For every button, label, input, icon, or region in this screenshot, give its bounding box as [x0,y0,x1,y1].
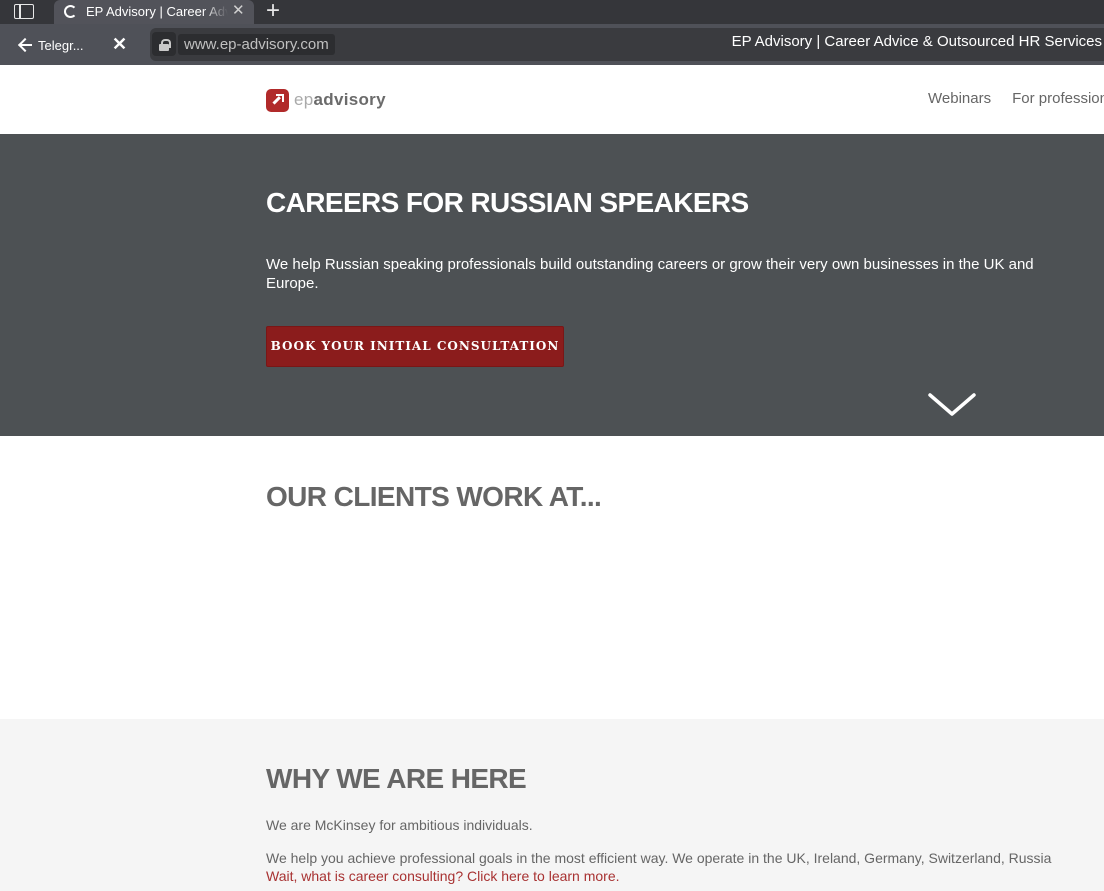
hero-title: CAREERS FOR RUSSIAN SPEAKERS [266,187,749,218]
clients-title: OUR CLIENTS WORK AT... [266,481,602,512]
site-info-button[interactable] [152,32,176,56]
hero-subtitle: We help Russian speaking professionals b… [266,256,1034,292]
back-label: Telegr... [38,37,84,53]
nav-item-webinars[interactable]: Webinars [928,90,991,108]
chevron-down-icon[interactable] [928,392,976,418]
why-paragraph-1: We are McKinsey for ambitious individual… [266,817,533,833]
sidebar-toggle-icon[interactable] [14,4,34,19]
back-arrow-icon [18,37,34,53]
hero-section: CAREERS FOR RUSSIAN SPEAKERS We help Rus… [0,134,1104,436]
career-consulting-link[interactable]: Wait, what is career consulting? Click h… [266,867,620,885]
site-header: epadvisory Webinars For professionals [0,65,1104,134]
logo-wordmark: epadvisory [294,90,386,109]
browser-tab-bar: EP Advisory | Career Advice & Outsourced… [0,0,1104,24]
browser-tab[interactable]: EP Advisory | Career Advice & Outsourced… [54,0,254,24]
logo-arrow-icon [266,88,289,112]
tab-title: EP Advisory | Career Advice & Outsourced… [86,4,228,19]
why-section: WHY WE ARE HERE We are McKinsey for ambi… [0,719,1104,891]
back-button[interactable]: Telegr... [18,36,84,54]
why-title: WHY WE ARE HERE [266,763,527,794]
logo[interactable]: epadvisory [266,88,386,112]
book-consultation-button[interactable]: BOOK YOUR INITIAL CONSULTATION [266,326,564,367]
tab-close-icon[interactable]: ✕ [232,1,245,21]
why-paragraph-2: We help you achieve professional goals i… [266,850,1052,866]
main-nav: Webinars For professionals [928,90,1104,108]
new-tab-button[interactable]: + [266,0,280,25]
lock-icon [159,39,171,51]
page-title-display: EP Advisory | Career Advice & Outsourced… [731,33,1102,50]
clients-section: OUR CLIENTS WORK AT... [0,436,1104,719]
nav-item-for-professionals[interactable]: For professionals [1012,90,1104,108]
loading-spinner-icon [64,5,77,18]
close-icon[interactable]: ✕ [112,33,127,55]
url-text[interactable]: www.ep-advisory.com [178,34,335,55]
address-bar: Telegr... ✕ www.ep-advisory.com EP Advis… [0,24,1104,65]
